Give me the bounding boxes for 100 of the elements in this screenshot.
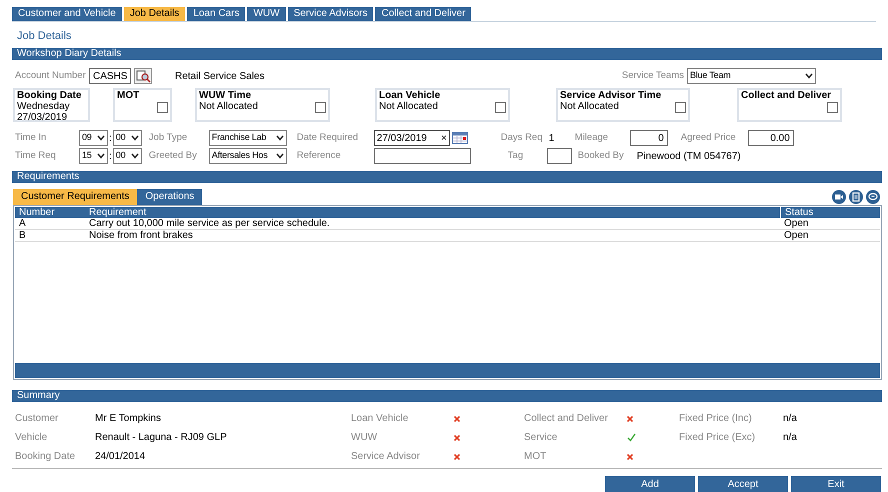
checkbox[interactable] — [157, 102, 168, 113]
chat-icon[interactable] — [866, 190, 880, 204]
summary-value: n/a — [783, 412, 797, 426]
input-field[interactable]: 0.00 — [748, 130, 794, 146]
allocation-status: Not Allocated — [379, 101, 438, 112]
table-cell-text: Open — [783, 230, 810, 241]
tab[interactable]: Loan Cars — [187, 7, 246, 21]
column-header: Status — [780, 207, 880, 218]
box-title: Service Advisor Time — [560, 90, 662, 101]
action-button[interactable]: Add — [605, 476, 695, 492]
summary-value: n/a — [783, 431, 797, 445]
column-header: Requirement — [88, 207, 148, 218]
calendar-icon[interactable] — [452, 132, 468, 144]
table-cell-text: A — [18, 218, 27, 229]
table-row[interactable]: B Noise from front brakes Open — [15, 230, 880, 242]
box-title: Booking Date — [17, 90, 82, 101]
booking-day: Wednesday — [17, 101, 86, 112]
field-label: Tag — [508, 150, 524, 162]
chevron-icon — [97, 153, 105, 159]
chevron-icon — [97, 135, 105, 141]
summary-label: Collect and Deliver — [524, 412, 609, 426]
box-title: Collect and Deliver — [741, 90, 832, 101]
checkbox[interactable] — [827, 102, 838, 113]
dropdown[interactable]: Aftersales Hos — [208, 148, 287, 164]
dropdown[interactable]: 15 — [79, 148, 108, 164]
checkbox[interactable] — [675, 102, 686, 113]
tab[interactable]: Collect and Deliver — [375, 7, 472, 21]
colon: : — [108, 132, 113, 146]
video-icon[interactable] — [832, 190, 846, 204]
input-field[interactable]: 0 — [630, 130, 668, 146]
field-label: Reference — [296, 150, 341, 162]
clear-button[interactable]: × — [440, 130, 447, 146]
section-header: Workshop Diary Details — [12, 48, 882, 60]
checkbox[interactable] — [495, 102, 506, 113]
colon: : — [108, 150, 113, 164]
allocation-status: Not Allocated — [199, 101, 258, 112]
account-name: Retail Service Sales — [175, 70, 264, 84]
summary-label: Vehicle — [15, 431, 48, 445]
input-field[interactable] — [546, 148, 572, 164]
table-row[interactable]: A Carry out 10,000 mile service as per service schedule. Open — [15, 218, 880, 230]
chevron-icon — [130, 153, 139, 159]
tab[interactable]: Operations — [137, 189, 202, 205]
box-title: WUW Time — [199, 90, 252, 101]
field-label: Agreed Price — [680, 132, 736, 144]
field-label: Time Req — [15, 150, 56, 162]
summary-label: Fixed Price (Inc) — [679, 412, 753, 426]
summary-label: Loan Vehicle — [351, 412, 410, 426]
tab[interactable]: Customer Requirements — [13, 189, 138, 205]
search-icon[interactable] — [134, 68, 152, 84]
tab[interactable]: Service Advisors — [288, 7, 374, 21]
allocation-status: Not Allocated — [560, 101, 619, 112]
field-label: Job Type — [148, 132, 188, 144]
checkbox[interactable] — [315, 102, 326, 113]
page-title: Job Details — [17, 30, 72, 42]
table-cell-text: Open — [783, 218, 810, 229]
document-icon[interactable] — [849, 190, 863, 204]
tab[interactable]: WUW — [247, 7, 286, 21]
chevron-icon — [130, 135, 139, 141]
booked-by-value: Pinewood (TM 054767) — [636, 150, 741, 164]
summary-value: Mr E Tompkins — [95, 412, 161, 426]
date-field[interactable]: 27/03/2019 × — [374, 130, 450, 146]
summary-value: 24/01/2014 — [95, 450, 146, 464]
field-label: Greeted By — [148, 150, 197, 162]
table-cell-text: Carry out 10,000 mile service as per service schedule. — [88, 218, 331, 229]
field-label: Mileage — [574, 132, 608, 144]
field-label: Days Req — [500, 132, 542, 144]
input-field[interactable]: CASHS — [89, 68, 131, 84]
table-cell-text: Noise from front brakes — [88, 230, 194, 241]
field-label: Service Teams — [622, 70, 684, 82]
summary-value: Renault - Laguna - RJ09 GLP — [95, 431, 227, 445]
column-header: Number — [18, 207, 56, 218]
dropdown[interactable]: 09 — [79, 130, 108, 146]
summary-label: Service Advisor — [351, 450, 421, 464]
table-cell-text: B — [18, 230, 27, 241]
section-header: Requirements — [12, 171, 882, 183]
box-title: MOT — [117, 90, 140, 101]
dropdown[interactable]: Franchise Lab — [208, 130, 287, 146]
summary-label: Booking Date — [15, 450, 76, 464]
summary-label: Customer — [15, 412, 60, 426]
summary-label: Fixed Price (Exc) — [679, 431, 756, 445]
action-button[interactable]: Accept — [698, 476, 788, 492]
field-label: Time In — [15, 132, 46, 144]
field-label: Date Required — [296, 132, 358, 144]
summary-label: WUW — [351, 431, 378, 445]
action-button[interactable]: Exit — [791, 476, 881, 492]
booking-date: 27/03/2019 — [17, 112, 68, 123]
field-label: Booked By — [578, 150, 624, 162]
dropdown[interactable]: 00 — [112, 148, 142, 164]
summary-label: MOT — [524, 450, 548, 464]
dropdown[interactable]: Blue Team — [687, 68, 816, 84]
summary-label: Service — [524, 431, 558, 445]
section-header: Summary — [12, 390, 882, 402]
chevron-icon — [276, 153, 284, 159]
tab[interactable]: Job Details — [124, 7, 186, 21]
box-title: Loan Vehicle — [379, 90, 442, 101]
days-value: 1 — [548, 132, 554, 144]
chevron-icon — [805, 73, 813, 79]
input-field[interactable] — [374, 148, 471, 164]
tab[interactable]: Customer and Vehicle — [12, 7, 122, 21]
dropdown[interactable]: 00 — [112, 130, 142, 146]
